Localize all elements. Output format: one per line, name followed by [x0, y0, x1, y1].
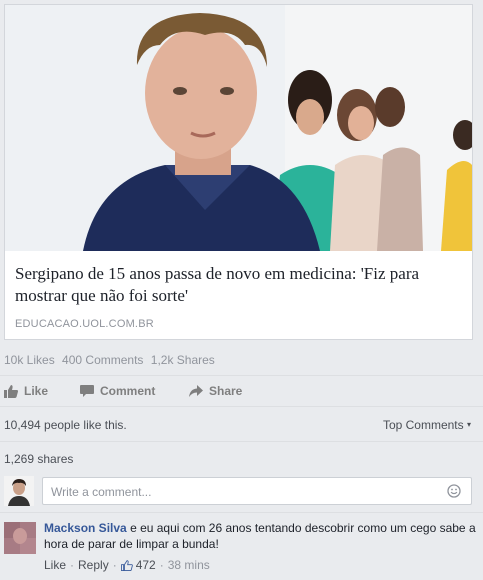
divider: [0, 512, 483, 513]
separator: ·: [70, 558, 75, 572]
likes-summary[interactable]: 10,494 people like this.: [4, 418, 127, 432]
comment-like-link[interactable]: Like: [44, 558, 66, 572]
comment-bubble-icon: [80, 384, 94, 397]
comment-meta: Like · Reply · 472 · 38 mins: [44, 558, 210, 572]
like-button-label: Like: [24, 384, 49, 398]
comments-count[interactable]: 400 Comments: [62, 353, 143, 367]
divider: [0, 375, 483, 376]
comment-button[interactable]: Comment: [80, 384, 155, 398]
shares-count[interactable]: 1,2k Shares: [151, 353, 215, 367]
thumbs-up-icon: [4, 384, 18, 398]
article-headline[interactable]: Sergipano de 15 anos passa de novo em me…: [15, 263, 461, 307]
comment-like-count[interactable]: 472: [136, 558, 156, 572]
avatar-image: [4, 476, 34, 506]
divider: [0, 406, 483, 407]
separator: ·: [112, 558, 117, 572]
top-comments-label: Top Comments: [382, 418, 464, 432]
separator: ·: [159, 558, 164, 572]
likes-count[interactable]: 10k Likes: [4, 353, 55, 367]
share-arrow-icon: [189, 385, 203, 397]
article-photo-illustration: [5, 5, 472, 251]
article-source: EDUCACAO.UOL.COM.BR: [15, 318, 154, 330]
divider: [0, 441, 483, 442]
shares-summary[interactable]: 1,269 shares: [4, 452, 73, 466]
comment-author[interactable]: Mackson Silva: [44, 521, 127, 535]
comment-input[interactable]: Write a comment...: [42, 477, 472, 505]
comment-reply-link[interactable]: Reply: [78, 558, 109, 572]
emoji-icon[interactable]: [447, 484, 461, 498]
share-button-label: Share: [209, 384, 243, 398]
chevron-down-icon: ▾: [466, 420, 471, 429]
commenter-avatar-image: [4, 522, 36, 554]
comment-input-placeholder: Write a comment...: [51, 485, 152, 499]
top-comments-dropdown[interactable]: Top Comments ▾: [383, 418, 471, 432]
thumbs-up-icon: [120, 559, 133, 571]
post-stats: 10k Likes 400 Comments 1,2k Shares: [4, 353, 219, 367]
like-button[interactable]: Like: [4, 384, 48, 398]
comment-timestamp[interactable]: 38 mins: [168, 558, 210, 572]
comment-body: Mackson Silva e eu aqui com 26 anos tent…: [44, 520, 476, 552]
post-actions: Like Comment Share: [0, 384, 483, 400]
avatar[interactable]: [4, 476, 34, 506]
commenter-avatar[interactable]: [4, 522, 36, 554]
article-photo[interactable]: [5, 5, 472, 251]
comment-button-label: Comment: [100, 384, 156, 398]
link-preview-card[interactable]: Sergipano de 15 anos passa de novo em me…: [4, 4, 473, 340]
share-button[interactable]: Share: [189, 384, 242, 398]
